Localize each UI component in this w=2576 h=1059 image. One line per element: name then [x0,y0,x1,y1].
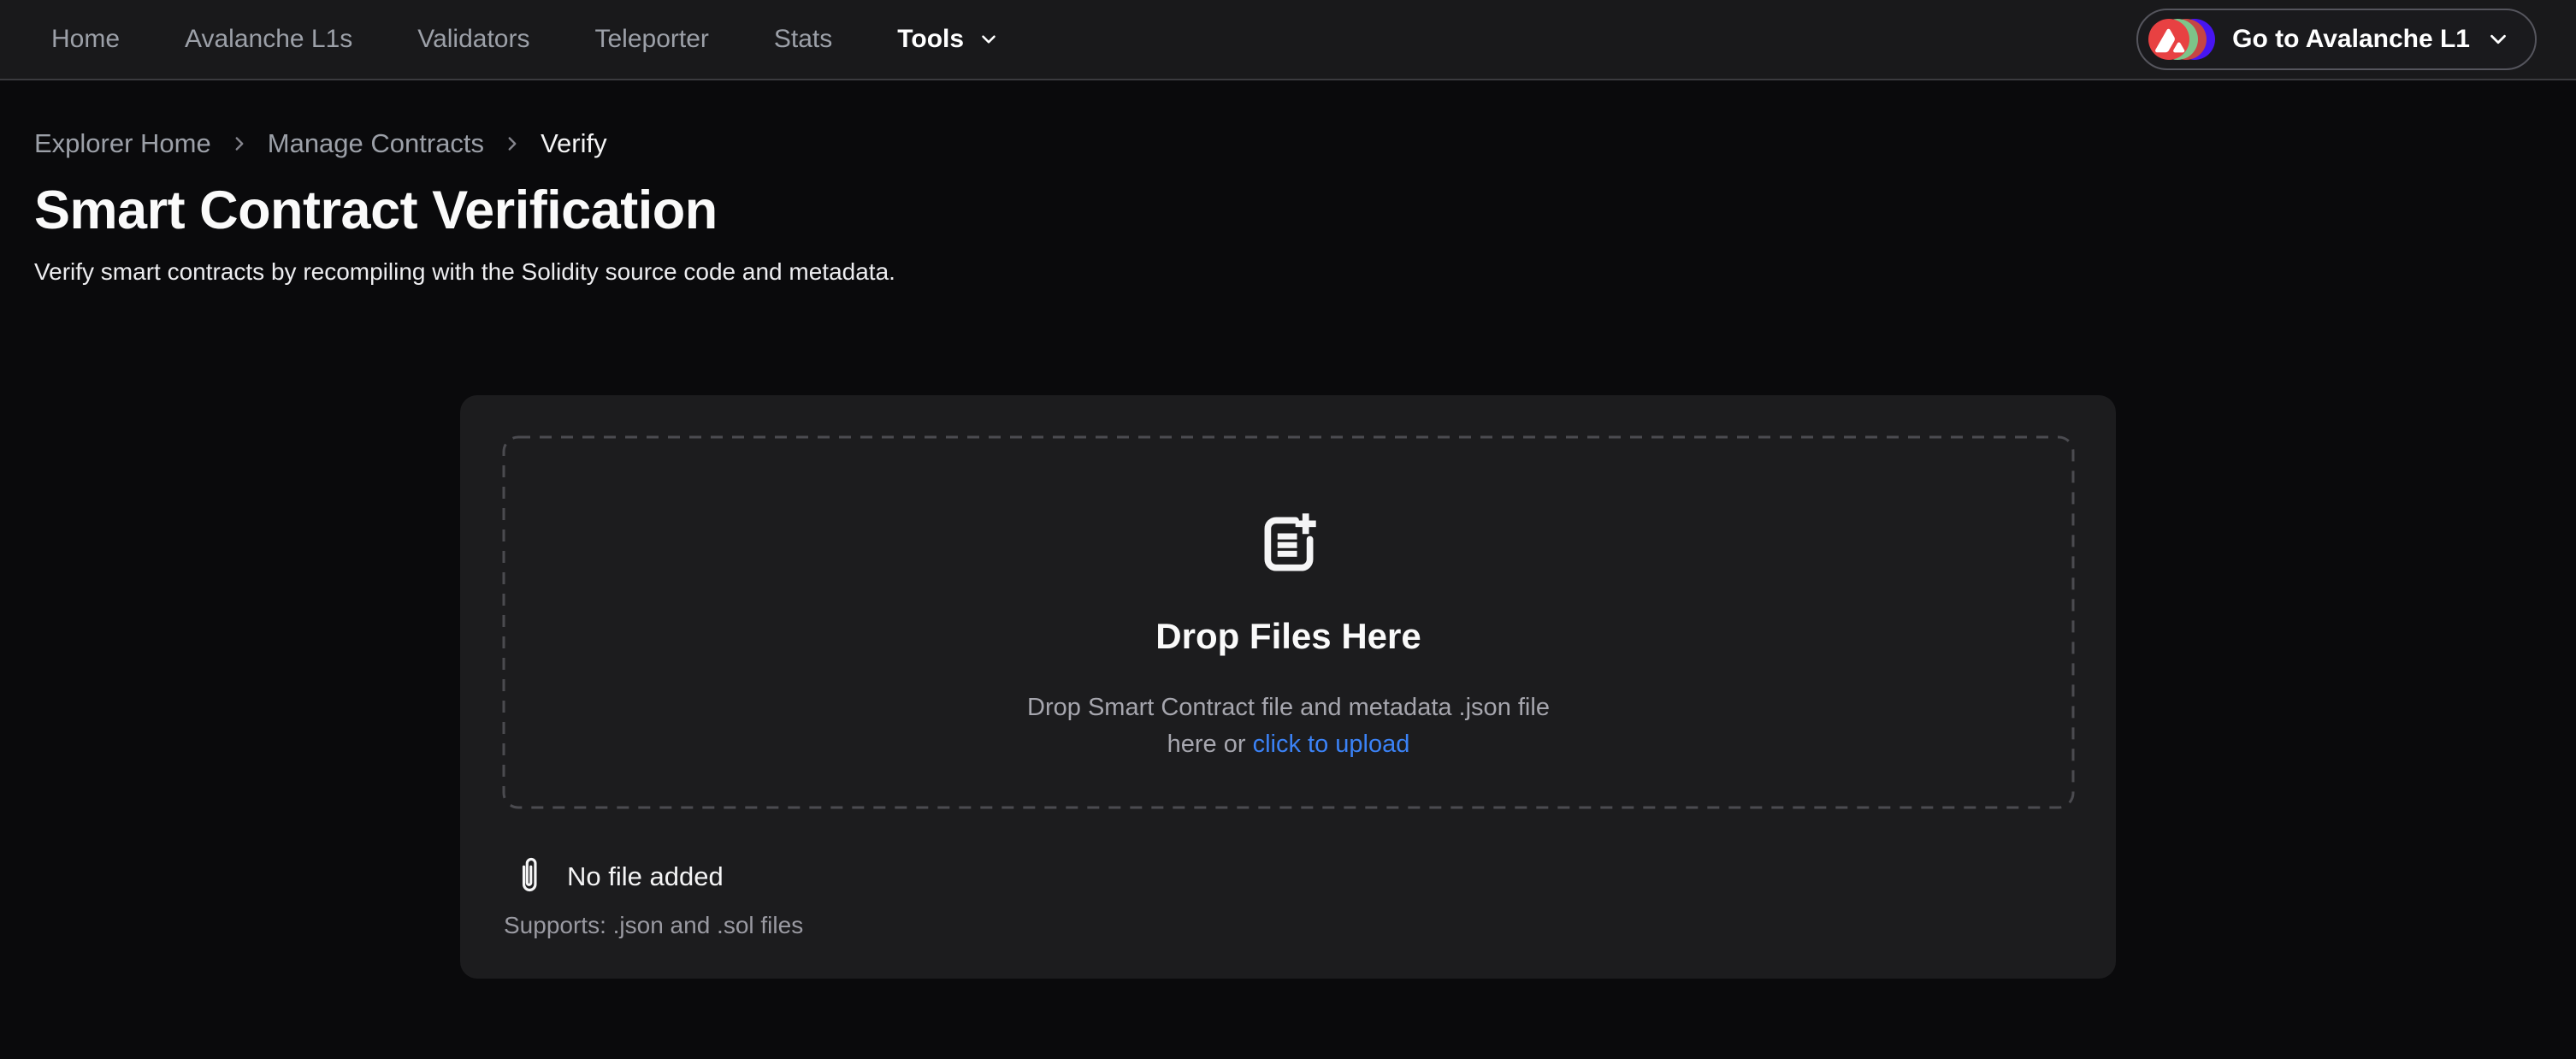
chain-logo-stack [2148,18,2217,61]
nav-item-teleporter[interactable]: Teleporter [594,25,708,54]
go-to-avalanche-l1-label: Go to Avalanche L1 [2232,25,2470,54]
dropzone-heading: Drop Files Here [1155,616,1421,657]
breadcrumb-verify: Verify [541,128,607,159]
nav-item-tools[interactable]: Tools [897,25,1000,54]
go-to-avalanche-l1-button[interactable]: Go to Avalanche L1 [2136,9,2537,70]
document-plus-icon [1255,510,1323,578]
click-to-upload-link[interactable]: click to upload [1253,731,1410,758]
chevron-right-icon [501,133,523,155]
nav-links: Home Avalanche L1s Validators Teleporter… [51,25,1000,54]
nav-item-tools-label: Tools [897,25,964,54]
avalanche-logo-icon [2148,19,2189,60]
verification-card: Drop Files Here Drop Smart Contract file… [460,395,2116,979]
main-content: Explorer Home Manage Contracts Verify Sm… [0,128,2576,979]
top-nav: Home Avalanche L1s Validators Teleporter… [0,0,2576,80]
file-dropzone[interactable]: Drop Files Here Drop Smart Contract file… [502,435,2075,809]
chevron-down-icon [978,28,1000,50]
nav-item-home[interactable]: Home [51,25,120,54]
chevron-right-icon [228,133,251,155]
page-subtitle: Verify smart contracts by recompiling wi… [34,258,2542,286]
nav-item-validators[interactable]: Validators [417,25,529,54]
chevron-down-icon [2485,27,2511,52]
page-title: Smart Contract Verification [34,180,2542,241]
nav-item-avalanche-l1s[interactable]: Avalanche L1s [185,25,352,54]
breadcrumb: Explorer Home Manage Contracts Verify [34,128,2542,159]
paperclip-icon [514,854,545,900]
file-status-row: No file added [502,854,2075,900]
breadcrumb-explorer-home[interactable]: Explorer Home [34,128,211,159]
dropzone-description: Drop Smart Contract file and metadata .j… [1013,689,1564,763]
nav-item-stats[interactable]: Stats [774,25,832,54]
breadcrumb-manage-contracts[interactable]: Manage Contracts [268,128,484,159]
supported-file-types: Supports: .json and .sol files [502,912,2075,939]
no-file-added-label: No file added [567,861,724,892]
